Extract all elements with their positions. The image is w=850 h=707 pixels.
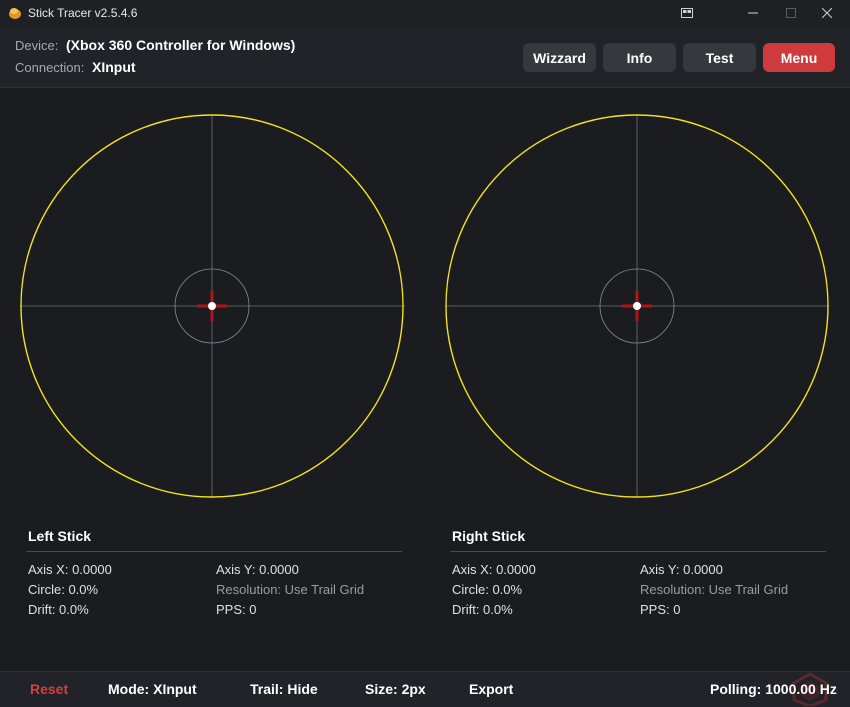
right-stick-plot xyxy=(445,114,829,498)
test-button[interactable]: Test xyxy=(683,43,756,72)
right-axis-y: Axis Y: 0.0000 xyxy=(640,562,723,577)
left-axis-x: Axis X: 0.0000 xyxy=(28,562,112,577)
trail-toggle[interactable]: Trail: Hide xyxy=(250,681,318,697)
device-value: (Xbox 360 Controller for Windows) xyxy=(65,37,296,53)
footer-bar: Reset Mode: XInput Trail: Hide Size: 2px… xyxy=(0,671,850,707)
reset-button[interactable]: Reset xyxy=(30,681,68,697)
connection-row: Connection: XInput xyxy=(15,59,136,75)
left-resolution: Resolution: Use Trail Grid xyxy=(216,582,365,597)
window-title: Stick Tracer v2.5.4.6 xyxy=(28,6,138,20)
compact-overlay-icon xyxy=(681,8,693,18)
menu-button[interactable]: Menu xyxy=(763,43,835,72)
minimize-icon xyxy=(748,12,758,14)
right-axis-x: Axis X: 0.0000 xyxy=(452,562,536,577)
left-drift: Drift: 0.0% xyxy=(28,602,89,617)
mode-toggle[interactable]: Mode: XInput xyxy=(108,681,197,697)
left-circle: Circle: 0.0% xyxy=(28,582,99,597)
compact-overlay-button[interactable] xyxy=(664,0,710,26)
stick-plots xyxy=(20,114,829,498)
right-pps: PPS: 0 xyxy=(640,602,681,617)
close-button[interactable] xyxy=(804,0,850,26)
close-icon xyxy=(822,8,832,18)
device-row: Device: (Xbox 360 Controller for Windows… xyxy=(15,37,295,53)
right-stats-divider xyxy=(450,551,826,552)
left-stick-plot xyxy=(20,114,405,498)
right-stick-stats: Right Stick Axis X: 0.0000 Axis Y: 0.000… xyxy=(450,528,826,617)
right-resolution: Resolution: Use Trail Grid xyxy=(640,582,789,597)
title-bar: Stick Tracer v2.5.4.6 xyxy=(0,0,850,26)
left-stick-title: Left Stick xyxy=(28,528,92,544)
polling-rate: Polling: 1000.00 Hz xyxy=(710,681,837,697)
right-circle: Circle: 0.0% xyxy=(452,582,523,597)
right-stick-position-dot xyxy=(633,302,641,310)
app-logo-icon xyxy=(9,8,21,19)
left-pps: PPS: 0 xyxy=(216,602,257,617)
left-stats-divider xyxy=(26,551,402,552)
right-drift: Drift: 0.0% xyxy=(452,602,513,617)
right-stick-title: Right Stick xyxy=(452,528,526,544)
device-header: Device: (Xbox 360 Controller for Windows… xyxy=(0,26,850,88)
info-button[interactable]: Info xyxy=(603,43,676,72)
export-button[interactable]: Export xyxy=(469,681,513,697)
size-toggle[interactable]: Size: 2px xyxy=(365,681,426,697)
left-stick-stats: Left Stick Axis X: 0.0000 Axis Y: 0.0000… xyxy=(26,528,402,617)
left-axis-y: Axis Y: 0.0000 xyxy=(216,562,299,577)
device-label: Device: xyxy=(15,38,59,53)
left-stick-position-dot xyxy=(208,302,216,310)
wizzard-button[interactable]: Wizzard xyxy=(523,43,596,72)
connection-label: Connection: xyxy=(15,60,85,75)
maximize-icon xyxy=(786,8,796,18)
connection-value: XInput xyxy=(92,59,136,75)
